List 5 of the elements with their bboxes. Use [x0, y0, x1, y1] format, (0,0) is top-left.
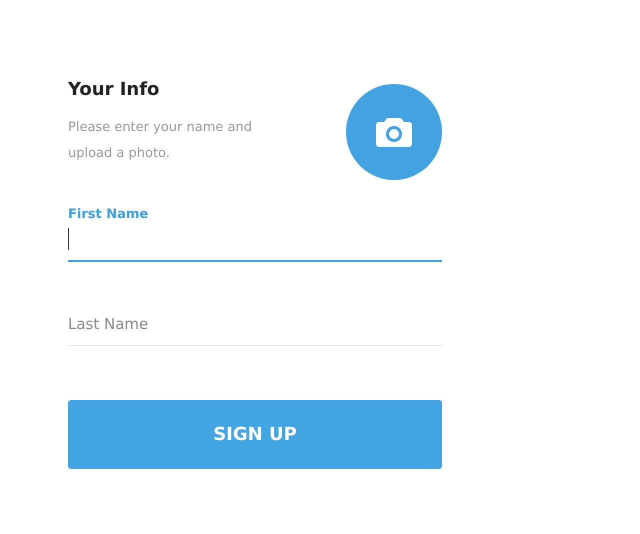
field-label: First Name: [68, 206, 150, 224]
instruction-text: Please enter your name and upload a photo.: [68, 119, 253, 163]
section-title: Your Info: [68, 78, 160, 102]
sign-up-button[interactable]: SIGN UP: [68, 400, 442, 469]
camera-icon: [375, 116, 413, 148]
